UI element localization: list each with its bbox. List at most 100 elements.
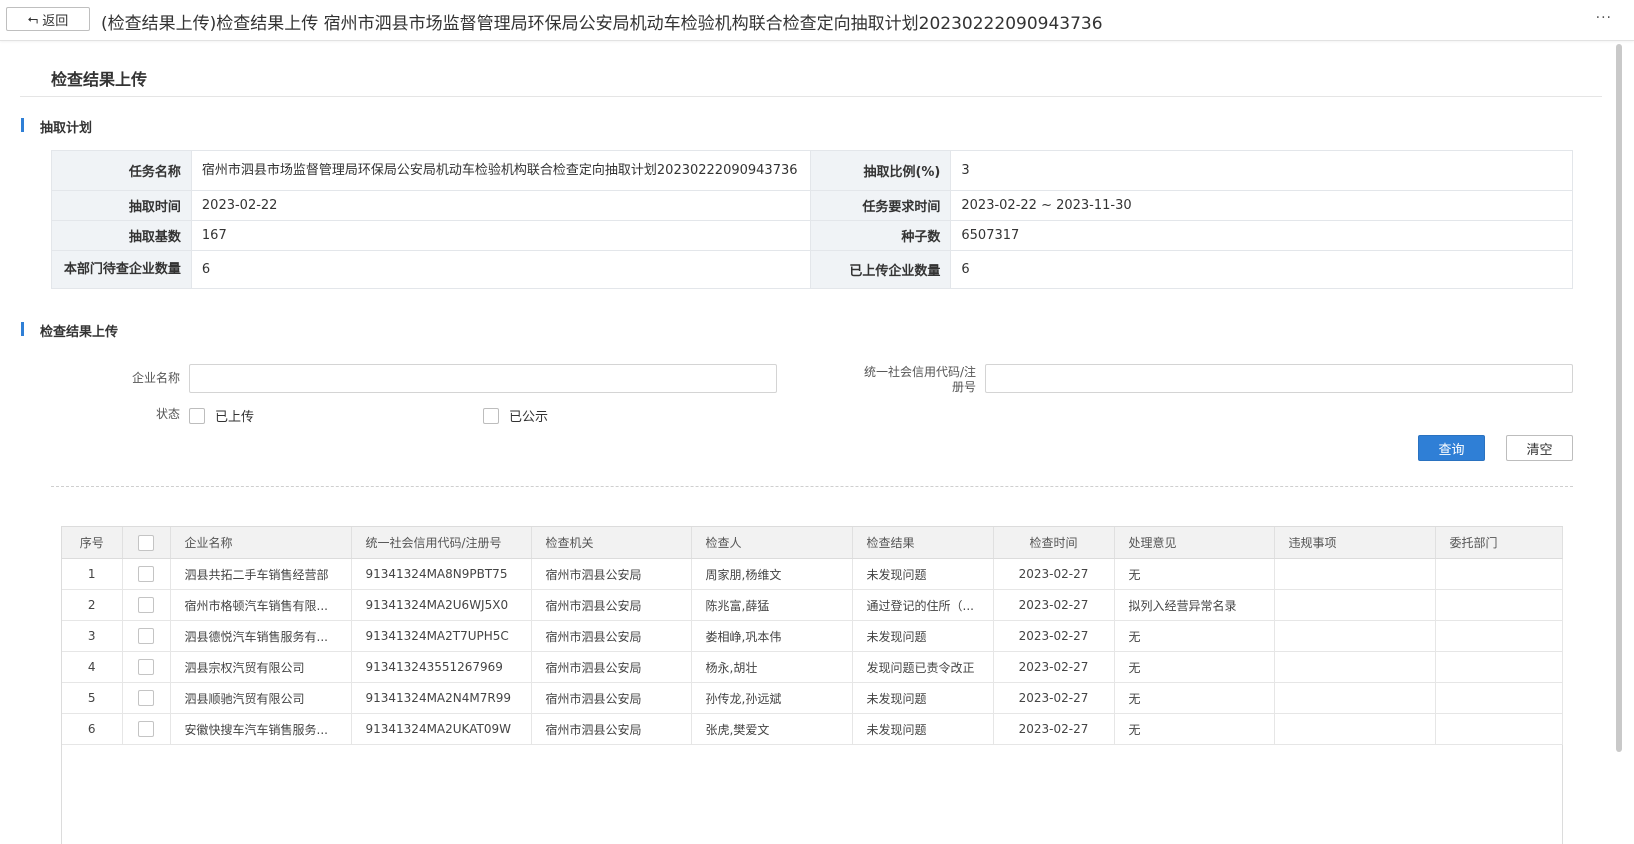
cell-inspector: 孙传龙,孙远斌 — [691, 682, 853, 714]
plan-row: 本部门待查企业数量 6 已上传企业数量 6 — [51, 250, 1573, 289]
cell-select[interactable] — [122, 682, 171, 714]
row-checkbox[interactable] — [138, 566, 154, 582]
cell-select[interactable] — [122, 651, 171, 683]
divider — [20, 96, 1602, 97]
cell-select[interactable] — [122, 713, 171, 745]
table-row[interactable]: 6 安徽快搜车汽车销售服务... 91341324MA2UKAT09W 宿州市泗… — [62, 713, 1563, 745]
select-all-checkbox[interactable] — [138, 534, 154, 551]
cell-credit-code: 91341324MA2N4M7R99 — [351, 682, 532, 714]
cell-company: 泗县顺驰汽贸有限公司 — [170, 682, 352, 714]
back-button-label: 返回 — [42, 13, 69, 29]
vertical-scrollbar[interactable] — [1616, 44, 1622, 752]
back-button[interactable]: ⮢ 返回 — [6, 7, 90, 31]
cell-result: 未发现问题 — [852, 713, 994, 745]
col-header-department[interactable]: 委托部门 — [1435, 527, 1563, 559]
col-header-inspector[interactable]: 检查人 — [691, 527, 853, 559]
cell-company: 泗县德悦汽车销售服务有... — [170, 620, 352, 652]
row-checkbox[interactable] — [138, 690, 154, 706]
plan-label: 已上传企业数量 — [810, 250, 952, 289]
table-row[interactable]: 2 宿州市格顿汽车销售有限... 91341324MA2U6WJ5X0 宿州市泗… — [62, 589, 1563, 621]
clear-button[interactable]: 清空 — [1506, 435, 1573, 461]
cell-opinion: 无 — [1114, 682, 1275, 714]
cell-violation — [1274, 589, 1436, 621]
cell-select[interactable] — [122, 558, 171, 590]
query-button[interactable]: 查询 — [1418, 435, 1485, 461]
col-header-authority[interactable]: 检查机关 — [531, 527, 692, 559]
cell-authority: 宿州市泗县公安局 — [531, 589, 692, 621]
cell-credit-code: 91341324MA2T7UPH5C — [351, 620, 532, 652]
published-checkbox[interactable] — [483, 407, 499, 424]
cell-date: 2023-02-27 — [993, 620, 1115, 652]
cell-result: 发现问题已责令改正 — [852, 651, 994, 683]
plan-row: 抽取时间 2023-02-22 任务要求时间 2023-02-22 ~ 2023… — [51, 190, 1573, 221]
table-row[interactable]: 3 泗县德悦汽车销售服务有... 91341324MA2T7UPH5C 宿州市泗… — [62, 620, 1563, 652]
cell-select[interactable] — [122, 589, 171, 621]
cell-result: 未发现问题 — [852, 682, 994, 714]
cell-opinion: 无 — [1114, 713, 1275, 745]
cell-opinion: 无 — [1114, 620, 1275, 652]
cell-index: 2 — [62, 589, 123, 621]
cell-date: 2023-02-27 — [993, 651, 1115, 683]
col-header-index: 序号 — [62, 527, 123, 559]
cell-index: 1 — [62, 558, 123, 590]
col-header-select[interactable] — [122, 527, 171, 559]
plan-label: 种子数 — [810, 220, 952, 251]
more-icon[interactable]: ··· — [1596, 10, 1612, 26]
row-checkbox[interactable] — [138, 659, 154, 675]
page-title: 检查结果上传 — [51, 70, 148, 89]
plan-label: 任务名称 — [51, 150, 192, 191]
plan-label: 本部门待查企业数量 — [51, 250, 192, 289]
table-row[interactable]: 4 泗县宗权汽贸有限公司 913413243551267969 宿州市泗县公安局… — [62, 651, 1563, 683]
table-row[interactable]: 1 泗县共拓二手车销售经营部 91341324MA8N9PBT75 宿州市泗县公… — [62, 558, 1563, 590]
plan-label: 抽取时间 — [51, 190, 192, 221]
status-published-option[interactable]: 已公示 — [483, 406, 548, 425]
cell-credit-code: 91341324MA2UKAT09W — [351, 713, 532, 745]
cell-department — [1435, 558, 1563, 590]
results-table: 序号 企业名称 统一社会信用代码/注册号 检查机关 检查人 检查结果 检查时间 … — [62, 527, 1563, 745]
col-header-result[interactable]: 检查结果 — [852, 527, 994, 559]
company-name-input[interactable] — [189, 364, 777, 393]
cell-company: 宿州市格顿汽车销售有限... — [170, 589, 352, 621]
cell-select[interactable] — [122, 620, 171, 652]
section-heading-plan: 抽取计划 — [21, 117, 92, 136]
credit-code-input[interactable] — [985, 364, 1573, 393]
cell-opinion: 拟列入经营异常名录 — [1114, 589, 1275, 621]
cell-department — [1435, 620, 1563, 652]
cell-result: 未发现问题 — [852, 558, 994, 590]
grid-header-row: 序号 企业名称 统一社会信用代码/注册号 检查机关 检查人 检查结果 检查时间 … — [62, 527, 1563, 559]
col-header-company[interactable]: 企业名称 — [170, 527, 352, 559]
plan-value: 6507317 — [950, 220, 1573, 251]
cell-inspector: 陈兆富,薛猛 — [691, 589, 853, 621]
cell-company: 安徽快搜车汽车销售服务... — [170, 713, 352, 745]
plan-value: 2023-02-22 ~ 2023-11-30 — [950, 190, 1573, 221]
col-header-credit-code[interactable]: 统一社会信用代码/注册号 — [351, 527, 532, 559]
plan-row: 任务名称 宿州市泗县市场监督管理局环保局公安局机动车检验机构联合检查定向抽取计划… — [51, 150, 1573, 191]
cell-inspector: 娄相峥,巩本伟 — [691, 620, 853, 652]
cell-credit-code: 913413243551267969 — [351, 651, 532, 683]
col-header-violation[interactable]: 违规事项 — [1274, 527, 1436, 559]
plan-value: 167 — [190, 220, 812, 251]
col-header-opinion[interactable]: 处理意见 — [1114, 527, 1275, 559]
table-row[interactable]: 5 泗县顺驰汽贸有限公司 91341324MA2N4M7R99 宿州市泗县公安局… — [62, 682, 1563, 714]
cell-company: 泗县共拓二手车销售经营部 — [170, 558, 352, 590]
published-label: 已公示 — [509, 410, 549, 425]
credit-code-label: 统一社会信用代码/注册号 — [863, 365, 976, 394]
cell-violation — [1274, 558, 1436, 590]
row-checkbox[interactable] — [138, 721, 154, 737]
cell-authority: 宿州市泗县公安局 — [531, 713, 692, 745]
window-title: (检查结果上传)检查结果上传 宿州市泗县市场监督管理局环保局公安局机动车检验机构… — [101, 14, 1103, 34]
plan-row: 抽取基数 167 种子数 6507317 — [51, 220, 1573, 251]
cell-inspector: 张虎,樊爱文 — [691, 713, 853, 745]
uploaded-label: 已上传 — [215, 410, 255, 425]
cell-index: 4 — [62, 651, 123, 683]
status-uploaded-option[interactable]: 已上传 — [189, 406, 254, 425]
cell-inspector: 杨永,胡壮 — [691, 651, 853, 683]
uploaded-checkbox[interactable] — [189, 407, 205, 424]
cell-authority: 宿州市泗县公安局 — [531, 651, 692, 683]
plan-value: 宿州市泗县市场监督管理局环保局公安局机动车检验机构联合检查定向抽取计划20230… — [190, 150, 812, 191]
cell-violation — [1274, 713, 1436, 745]
col-header-date[interactable]: 检查时间 — [993, 527, 1115, 559]
plan-value: 6 — [190, 250, 812, 289]
row-checkbox[interactable] — [138, 597, 154, 613]
row-checkbox[interactable] — [138, 628, 154, 644]
